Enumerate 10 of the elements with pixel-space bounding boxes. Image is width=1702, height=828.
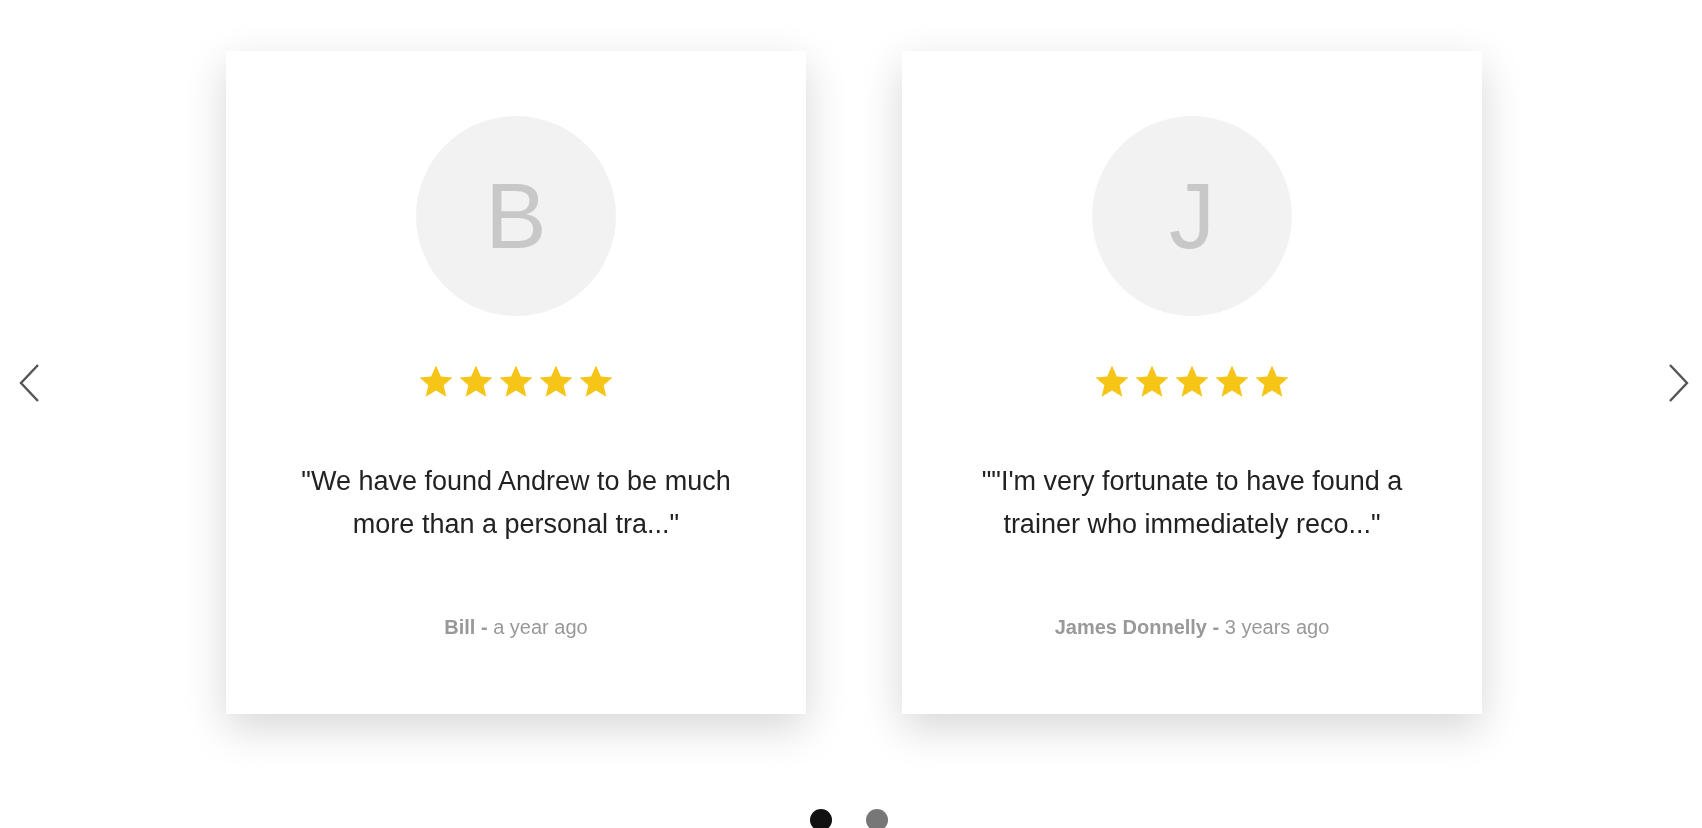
pagination-dot[interactable] bbox=[810, 809, 832, 828]
review-quote: ""I'm very fortunate to have found a trainer who immediately reco..." bbox=[980, 465, 1404, 541]
previous-button[interactable] bbox=[18, 362, 40, 403]
chevron-left-icon bbox=[18, 362, 40, 403]
review-author: James Donnelly - 3 years ago bbox=[1054, 616, 1330, 639]
chevron-right-icon bbox=[1668, 362, 1690, 403]
review-quote: "We have found Andrew to be much more than a personal tra..." bbox=[300, 465, 732, 541]
pagination-dot[interactable] bbox=[866, 809, 888, 828]
review-author: Bill - a year ago bbox=[444, 616, 588, 639]
next-button[interactable] bbox=[1668, 362, 1690, 403]
